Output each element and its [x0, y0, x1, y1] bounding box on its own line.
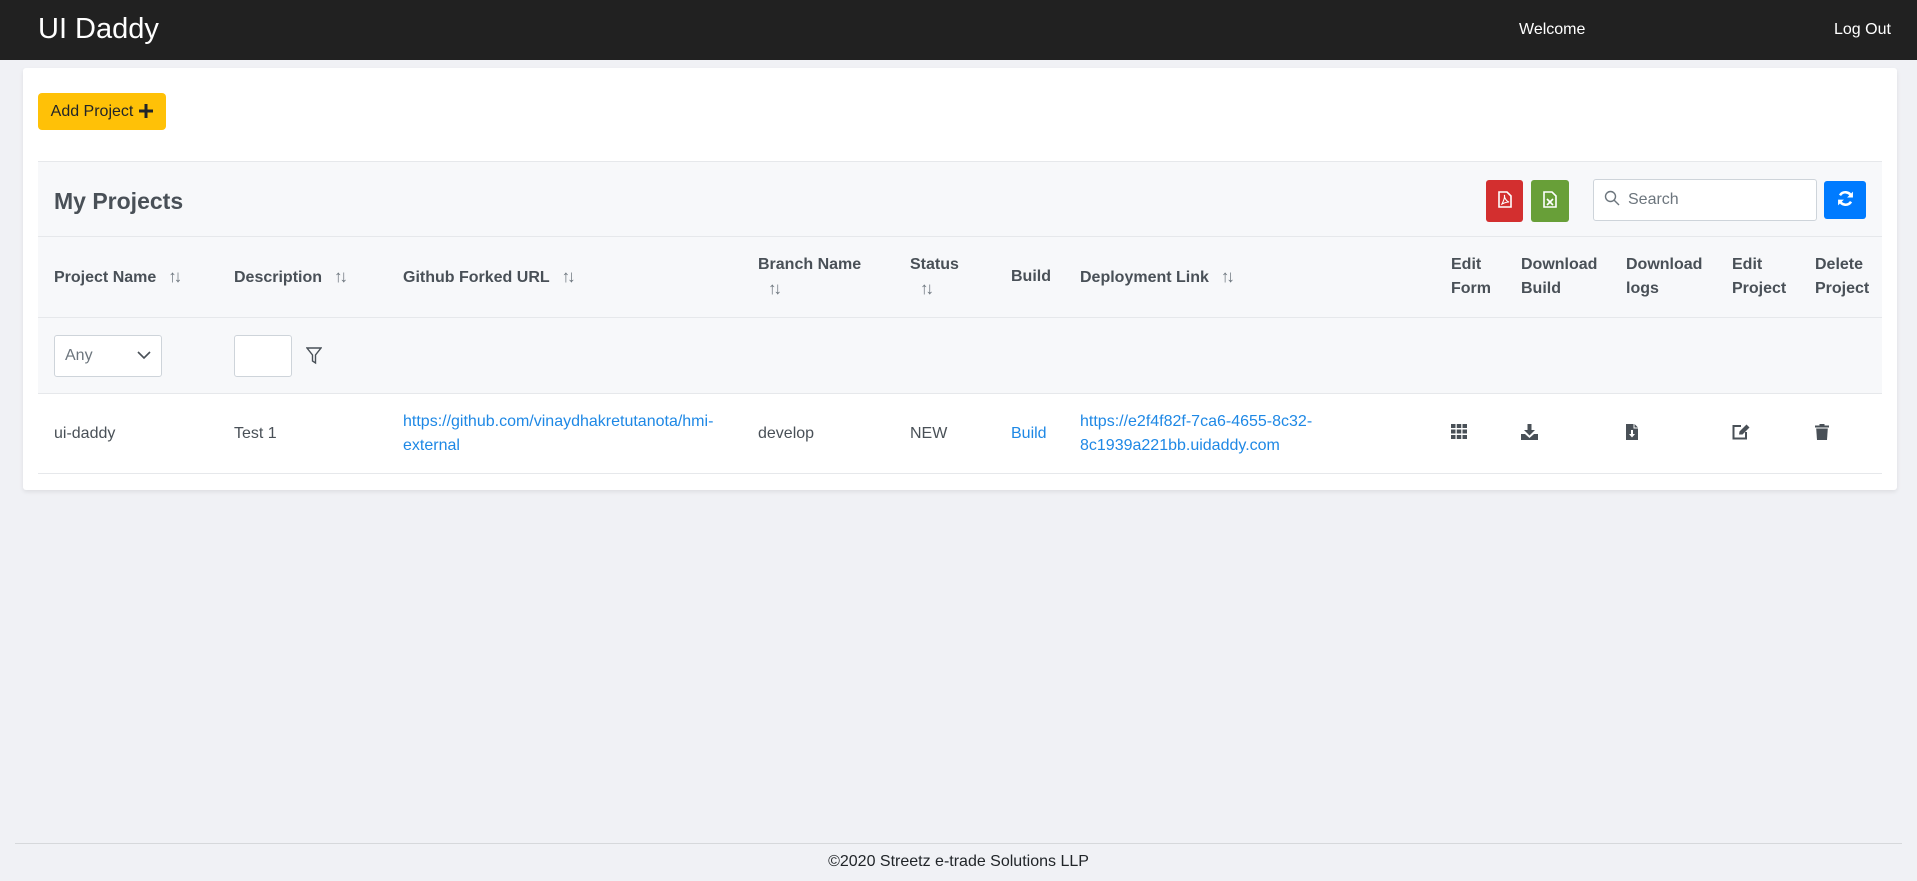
file-pdf-icon	[1497, 191, 1512, 211]
project-name-filter-select[interactable]: Any	[54, 335, 162, 377]
sort-icon[interactable]: ↑↓	[768, 279, 782, 298]
description-filter-input[interactable]	[234, 335, 292, 377]
page-title: My Projects	[54, 188, 184, 214]
footer-divider	[15, 843, 1902, 844]
sort-icon[interactable]: ↑↓	[1221, 267, 1235, 286]
add-project-label: Add Project	[50, 102, 134, 120]
cell-branch-name: develop	[758, 425, 815, 442]
search-icon	[1604, 190, 1620, 211]
column-header-branch-name[interactable]: Branch Name ↑↓	[758, 253, 861, 302]
deployment-link[interactable]: https://e2f4f82f-7ca6-4655-8c32- 8c1939a…	[1080, 410, 1312, 458]
column-header-download-logs: Download logs	[1626, 256, 1703, 297]
chevron-down-icon	[137, 347, 151, 365]
sort-icon[interactable]: ↑↓	[168, 267, 182, 286]
column-header-build: Build	[1011, 268, 1051, 285]
add-project-button[interactable]: Add Project	[38, 93, 166, 130]
grid-icon[interactable]	[1451, 424, 1467, 444]
main-card: Add Project My Projects Search Project N…	[23, 68, 1897, 490]
edit-icon[interactable]	[1732, 424, 1750, 445]
file-excel-icon	[1543, 191, 1557, 211]
table-row: ui-daddy Test 1 https://github.com/vinay…	[38, 394, 1882, 474]
column-header-edit-form: Edit Form	[1451, 256, 1491, 297]
search-input[interactable]	[1628, 191, 1808, 209]
column-header-download-build: Download Build	[1521, 256, 1598, 297]
filter-row: Any	[38, 318, 1882, 394]
column-header-github-url[interactable]: Github Forked URL ↑↓	[403, 265, 576, 290]
plus-icon	[139, 102, 154, 122]
column-header-delete-project: Delete Project	[1815, 256, 1870, 297]
column-header-project-name[interactable]: Project Name ↑↓	[54, 265, 182, 290]
build-link[interactable]: Build	[1011, 422, 1047, 446]
cell-description: Test 1	[234, 425, 277, 442]
file-download-icon[interactable]	[1626, 424, 1638, 445]
filter-icon[interactable]	[305, 347, 323, 370]
download-icon[interactable]	[1521, 424, 1538, 445]
column-header-status[interactable]: Status ↑↓	[910, 253, 959, 302]
navbar: UI Daddy Welcome Log Out	[0, 0, 1917, 60]
status-badge: NEW	[910, 425, 948, 442]
projects-table-panel: My Projects Search Project Name ↑↓ Descr…	[38, 161, 1882, 474]
refresh-button[interactable]	[1824, 181, 1866, 219]
table-caption: My Projects	[38, 161, 1882, 237]
sort-icon[interactable]: ↑↓	[334, 267, 348, 286]
footer-copyright: ©2020 Streetz e-trade Solutions LLP	[828, 853, 1089, 870]
sort-icon[interactable]: ↑↓	[920, 279, 934, 298]
github-url-link[interactable]: https://github.com/vinaydhakretutanota/h…	[403, 410, 713, 458]
export-excel-button[interactable]	[1531, 180, 1569, 222]
table-header: Project Name ↑↓ Description ↑↓ Github Fork…	[38, 237, 1882, 318]
column-header-edit-project: Edit Project	[1732, 256, 1787, 297]
refresh-icon	[1837, 190, 1854, 210]
logout-link[interactable]: Log Out	[1834, 21, 1891, 39]
trash-icon[interactable]	[1815, 424, 1829, 445]
brand-logo[interactable]: UI Daddy	[38, 13, 159, 46]
cell-project-name: ui-daddy	[54, 425, 116, 442]
search-field[interactable]	[1593, 179, 1817, 221]
welcome-text: Welcome	[1519, 21, 1586, 38]
column-header-deployment-link[interactable]: Deployment Link ↑↓	[1080, 265, 1235, 290]
column-header-description[interactable]: Description ↑↓	[234, 265, 348, 290]
sort-icon[interactable]: ↑↓	[562, 267, 576, 286]
export-pdf-button[interactable]	[1486, 180, 1523, 222]
